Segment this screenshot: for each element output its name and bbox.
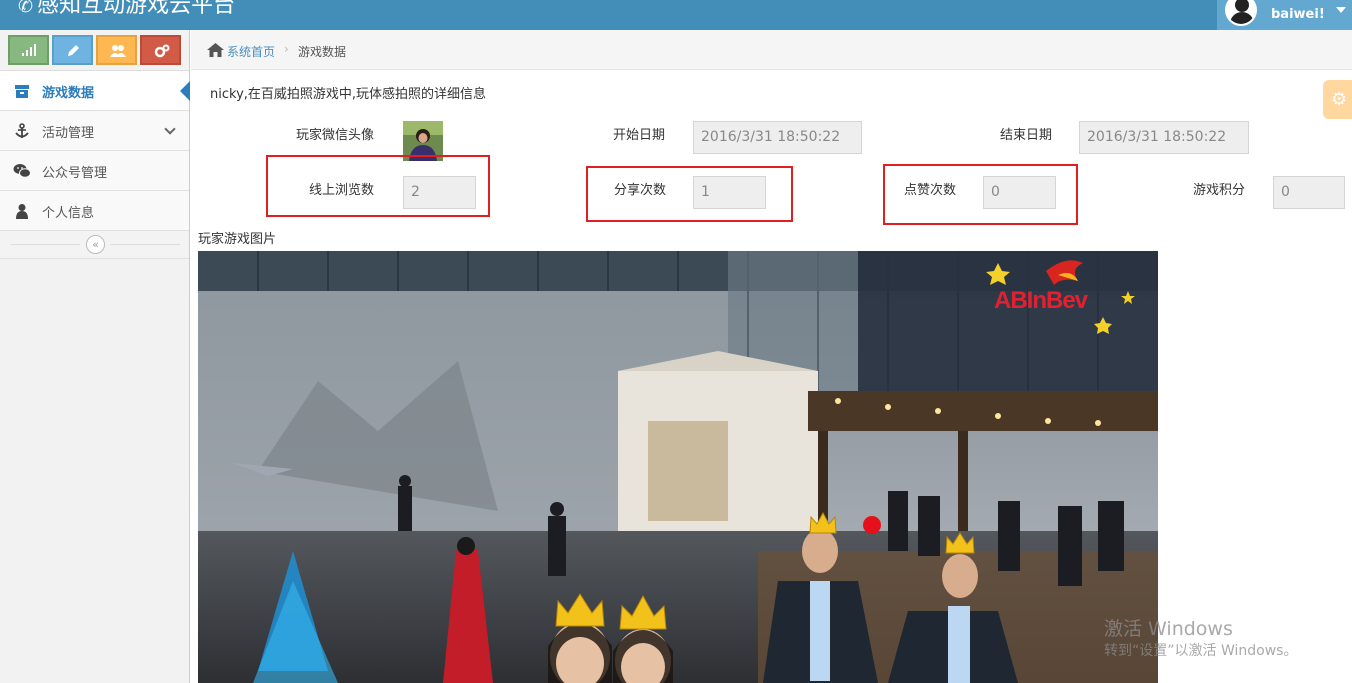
windows-activation-watermark-title: 激活 Windows — [1104, 618, 1233, 640]
top-navbar: ✆ 感知互动游戏云平台 baiwei! — [0, 0, 1352, 30]
user-name: baiwei! — [1271, 7, 1325, 22]
windows-activation-watermark-text: 转到“设置”以激活 Windows。 — [1104, 643, 1298, 659]
user-menu[interactable]: baiwei! — [1217, 0, 1352, 30]
users-shortcut-button[interactable] — [96, 35, 137, 65]
collapse-sidebar-icon[interactable]: « — [86, 235, 105, 254]
sidebar-collapse-row: « — [0, 231, 189, 259]
views-highlight-box — [266, 155, 490, 217]
sidebar-item-official-account[interactable]: 公众号管理 — [0, 151, 189, 191]
wechat-icon — [13, 164, 31, 178]
app-brand[interactable]: ✆ 感知互动游戏云平台 — [18, 0, 235, 22]
breadcrumb-separator: › — [284, 42, 289, 56]
user-icon — [16, 204, 28, 219]
sidebar-item-game-data[interactable]: 游戏数据 — [0, 71, 190, 111]
score-field[interactable]: 0 — [1273, 176, 1345, 209]
breadcrumb: 系统首页 › 游戏数据 — [191, 30, 1352, 70]
likes-highlight-box — [883, 164, 1078, 225]
sidebar-item-label: 游戏数据 — [42, 86, 95, 101]
photo-label: 玩家游戏图片 — [198, 232, 277, 247]
sidebar: 游戏数据 活动管理 公众号管理 个人信息 « — [0, 30, 190, 683]
ace-settings-button[interactable]: ⚙ — [1323, 80, 1352, 119]
end-date-label: 结束日期 — [1000, 128, 1053, 143]
breadcrumb-home-link[interactable]: 系统首页 — [227, 43, 275, 60]
divider — [110, 244, 180, 245]
sidebar-item-label: 活动管理 — [42, 126, 95, 141]
divider — [10, 244, 80, 245]
photo-logo-text: ABInBev — [994, 287, 1089, 314]
start-date-label: 开始日期 — [613, 128, 666, 143]
app-title: 感知互动游戏云平台 — [37, 0, 236, 18]
pencil-icon — [68, 45, 79, 56]
sidebar-item-activity-management[interactable]: 活动管理 — [0, 111, 189, 151]
sidebar-item-label: 个人信息 — [42, 206, 95, 221]
breadcrumb-current: 游戏数据 — [298, 45, 347, 59]
users-icon — [110, 45, 126, 57]
cogs-icon — [154, 44, 170, 58]
active-marker — [180, 81, 190, 101]
sidebar-item-profile[interactable]: 个人信息 — [0, 191, 189, 231]
sidebar-shortcuts — [0, 30, 189, 71]
anchor-icon — [15, 123, 29, 138]
player-game-photo[interactable]: ABInBev — [198, 251, 1158, 683]
home-icon[interactable] — [207, 43, 224, 57]
user-avatar — [1225, 0, 1257, 26]
page-description: nicky,在百威拍照游戏中,玩体感拍照的详细信息 — [210, 87, 487, 102]
end-date-field[interactable]: 2016/3/31 18:50:22 — [1079, 121, 1249, 154]
caret-down-icon — [1336, 7, 1346, 13]
edit-shortcut-button[interactable] — [52, 35, 93, 65]
score-label: 游戏积分 — [1193, 183, 1246, 198]
stats-shortcut-button[interactable] — [8, 35, 49, 65]
brand-logo-icon: ✆ — [18, 0, 34, 17]
gear-icon: ⚙ — [1331, 89, 1348, 110]
chevron-down-icon — [164, 123, 176, 135]
shares-highlight-box — [586, 166, 793, 222]
sidebar-item-label: 公众号管理 — [42, 166, 108, 181]
signal-icon — [22, 44, 36, 56]
archive-icon — [15, 85, 29, 98]
settings-shortcut-button[interactable] — [140, 35, 181, 65]
start-date-field[interactable]: 2016/3/31 18:50:22 — [693, 121, 862, 154]
avatar-label: 玩家微信头像 — [296, 128, 375, 143]
